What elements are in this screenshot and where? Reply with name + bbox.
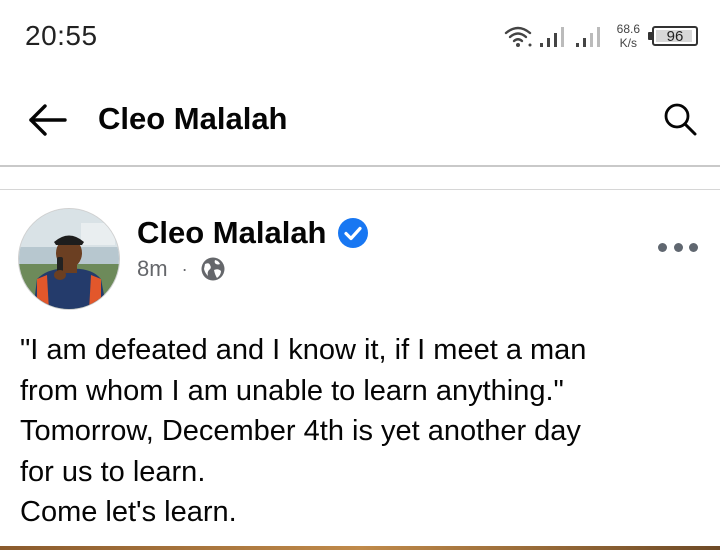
more-dot-icon: [689, 242, 698, 252]
more-dot-icon: [673, 242, 683, 252]
search-icon[interactable]: [660, 99, 700, 139]
more-options-button[interactable]: [658, 240, 698, 254]
battery-icon: 96: [648, 26, 698, 46]
feed-gap: [0, 167, 720, 189]
network-speed: 68.6 K/s: [617, 22, 640, 50]
app-header: Cleo Malalah: [0, 75, 720, 165]
post-text-line: Tomorrow, December 4th is yet another da…: [20, 415, 581, 448]
post-timestamp[interactable]: 8m: [137, 256, 168, 282]
arrow-left-icon[interactable]: [25, 100, 69, 140]
globe-icon[interactable]: [200, 256, 226, 282]
status-icons: 68.6 K/s 96: [503, 18, 698, 54]
verified-badge-icon: [337, 218, 368, 248]
author-name-row: Cleo Malalah: [137, 215, 369, 251]
network-speed-unit: K/s: [619, 36, 637, 50]
status-bar: 20:55 68.6 K/s 96: [0, 0, 720, 75]
post-meta: 8m ·: [137, 256, 226, 282]
avatar[interactable]: [18, 208, 120, 310]
network-speed-value: 68.6: [616, 22, 640, 36]
author-name[interactable]: Cleo Malalah: [137, 215, 327, 251]
battery-percentage: 96: [666, 27, 684, 45]
post-text: "I am defeated and I know it, if I meet …: [20, 330, 710, 533]
post-image-edge: [0, 546, 720, 550]
signal-icon: [539, 27, 564, 47]
signal-icon: [575, 27, 600, 47]
meta-separator: ·: [181, 258, 188, 279]
status-time: 20:55: [25, 20, 98, 51]
post-text-line: "I am defeated and I know it, if I meet …: [20, 334, 587, 366]
page-title: Cleo Malalah: [98, 101, 288, 136]
wifi-icon: [504, 26, 532, 47]
post-text-line: from whom I am unable to learn anything.…: [20, 374, 564, 407]
post-text-line: for us to learn.: [20, 455, 206, 488]
post-text-line: Come let's learn.: [20, 496, 237, 529]
profile-photo: [19, 209, 119, 309]
more-dot-icon: [658, 242, 667, 252]
post-card: Cleo Malalah 8m · "I am defeated and I k…: [0, 190, 720, 550]
